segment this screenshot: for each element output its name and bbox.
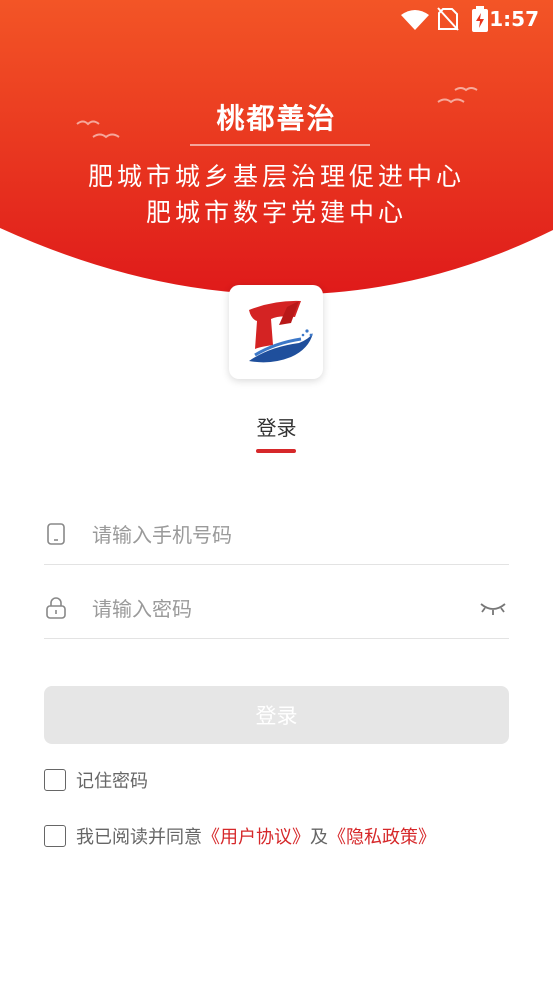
wifi-icon xyxy=(401,10,429,30)
title-divider xyxy=(190,144,370,146)
phone-icon xyxy=(47,523,65,545)
password-input[interactable] xyxy=(90,590,474,628)
privacy-policy-link[interactable]: 《隐私政策》 xyxy=(328,823,436,849)
agreement-row: 我已阅读并同意 《用户协议》 及 《隐私政策》 xyxy=(44,824,436,848)
battery-charging-icon xyxy=(472,6,488,32)
agreement-checkbox[interactable] xyxy=(44,825,66,847)
no-sim-icon xyxy=(437,7,459,31)
logo-icon xyxy=(249,300,313,363)
lock-icon xyxy=(46,597,66,619)
remember-label[interactable]: 记住密码 xyxy=(76,767,148,793)
agreement-conjunction: 及 xyxy=(310,827,328,848)
tab-indicator xyxy=(256,449,296,453)
agreement-prefix: 我已阅读并同意 xyxy=(76,827,202,848)
phone-input[interactable] xyxy=(90,516,474,554)
remember-row: 记住密码 xyxy=(44,768,148,792)
hero-subtitle-2: 肥城市数字党建中心 xyxy=(145,198,407,227)
app-logo xyxy=(229,285,323,379)
tab-login[interactable]: 登录 xyxy=(0,412,553,441)
app-title: 桃都善治 xyxy=(216,102,337,135)
user-agreement-link[interactable]: 《用户协议》 xyxy=(202,823,310,849)
status-bar: 1:57 xyxy=(0,0,553,38)
status-time: 1:57 xyxy=(489,7,539,31)
hero-subtitle-1: 肥城市城乡基层治理促进中心 xyxy=(87,162,465,191)
remember-checkbox[interactable] xyxy=(44,769,66,791)
password-field-row xyxy=(44,578,509,639)
eye-closed-icon[interactable] xyxy=(479,598,507,618)
phone-field-row xyxy=(44,504,509,565)
login-button[interactable]: 登录 xyxy=(44,686,509,744)
